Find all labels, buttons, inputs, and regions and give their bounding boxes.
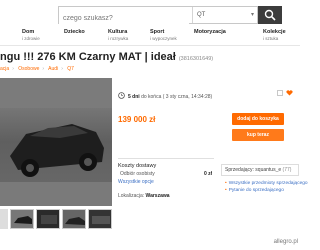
watch-icon[interactable] — [286, 83, 293, 96]
category-item-kultura[interactable]: Kultura i rozrywka — [108, 29, 129, 42]
time-remaining-value: 5 dni — [128, 94, 140, 100]
category-title: Dziecko — [64, 29, 85, 35]
all-delivery-options-link[interactable]: Wszystkie opcje — [118, 179, 154, 185]
listing-id: (3816301649) — [178, 56, 214, 62]
price: 139 000 zł — [118, 115, 156, 124]
listing-title: ngu !!! 276 KM Czarny MAT | ideał (381630… — [0, 51, 213, 63]
category-title: Kultura — [108, 29, 128, 35]
seller-rating-count: (77) — [282, 167, 292, 173]
bullet-icon: • — [225, 188, 227, 193]
category-item-sport[interactable]: Sport i wypoczynek — [150, 29, 177, 42]
top-bar: QT ▾ — [0, 0, 300, 27]
seller-box[interactable]: Sprzedający: squantus_e (77) — [221, 164, 299, 176]
seller-name: Sprzedający: squantus_e — [225, 167, 282, 173]
delivery-cost-value: 0 zł — [203, 171, 212, 177]
thumbnail[interactable] — [10, 209, 34, 229]
thumbnail[interactable] — [62, 209, 86, 229]
thumbnail-image — [89, 210, 111, 228]
delivery-costs-title: Koszty dostawy — [118, 163, 157, 169]
category-title: Sport — [150, 29, 165, 35]
thumbnail-image — [11, 210, 33, 228]
breadcrumb-separator: › — [61, 66, 63, 72]
location-label: Lokalizacja: — [118, 193, 145, 199]
listing-title-text: ngu !!! 276 KM Czarny MAT | ideał — [0, 51, 176, 63]
breadcrumb: acja › Osobowe › Audi › Q7 — [0, 66, 77, 72]
chevron-down-icon: ▾ — [250, 12, 254, 18]
thumbnail-image — [63, 210, 85, 228]
search-icon — [264, 9, 276, 21]
share-icon[interactable] — [277, 83, 283, 96]
category-title: Dom — [22, 29, 35, 35]
search-category-label: QT — [197, 12, 206, 18]
breadcrumb-separator: › — [42, 66, 45, 72]
category-item-dziecko[interactable]: Dziecko — [64, 29, 85, 36]
ask-seller-link[interactable]: • Pytanie do sprzedającego — [225, 188, 284, 193]
thumbnail[interactable] — [88, 209, 112, 229]
search-button[interactable] — [258, 6, 282, 24]
search-category-select[interactable]: QT ▾ — [192, 7, 258, 23]
bullet-icon: • — [225, 181, 227, 186]
clock-icon — [118, 92, 125, 99]
main-photo[interactable] — [0, 78, 112, 206]
thumbnail[interactable] — [36, 209, 60, 229]
category-nav: Dom i zdrowie Dziecko Kultura i rozrywka… — [0, 29, 300, 46]
breadcrumb-separator: › — [12, 66, 14, 72]
breadcrumb-item[interactable]: Q7 — [67, 66, 74, 72]
thumbnail-strip — [0, 209, 112, 229]
category-title: Motoryzacja — [194, 29, 226, 35]
location: Lokalizacja: Warszawa — [118, 193, 170, 199]
car-photo — [0, 78, 112, 206]
category-sub: i rozrywka — [108, 36, 129, 41]
time-remaining-detail: do końca ( 3 sty czna, 14:34:28) — [141, 94, 213, 100]
footer-logo: allegro.pl — [273, 239, 298, 245]
category-sub: i sztuka — [263, 36, 279, 41]
thumbnail-prev[interactable] — [0, 209, 8, 229]
buy-now-button[interactable]: kup teraz — [232, 129, 284, 141]
search-input[interactable] — [59, 10, 189, 27]
seller-items-link-text: Wszystkie przedmioty sprzedającego — [228, 181, 308, 186]
breadcrumb-item[interactable]: acja — [0, 66, 9, 72]
category-item-kolekcje[interactable]: Kolekcje i sztuka — [263, 29, 286, 42]
time-remaining: 5 dni do końca ( 3 sty czna, 14:34:28) — [128, 94, 212, 100]
ask-seller-link-text: Pytanie do sprzedającego — [228, 188, 284, 193]
breadcrumb-item[interactable]: Audi — [48, 66, 58, 72]
category-sub: i zdrowie — [22, 36, 40, 41]
breadcrumb-item[interactable]: Osobowe — [18, 66, 39, 72]
category-sub: i wypoczynek — [150, 36, 177, 41]
search-box[interactable]: QT ▾ — [58, 6, 258, 27]
category-title: Kolekcje — [263, 29, 286, 35]
divider — [118, 158, 214, 159]
delivery-cost-label: Odbiór osobisty — [120, 171, 155, 177]
thumbnail-image — [37, 210, 59, 228]
category-item-dom[interactable]: Dom i zdrowie — [22, 29, 40, 42]
seller-items-link[interactable]: • Wszystkie przedmioty sprzedającego — [225, 181, 308, 186]
location-value: Warszawa — [145, 193, 170, 199]
delivery-cost-row: Odbiór osobisty 0 zł — [120, 171, 212, 177]
category-item-motoryzacja[interactable]: Motoryzacja — [194, 29, 226, 36]
add-to-cart-button[interactable]: dodaj do koszyka — [232, 113, 284, 125]
